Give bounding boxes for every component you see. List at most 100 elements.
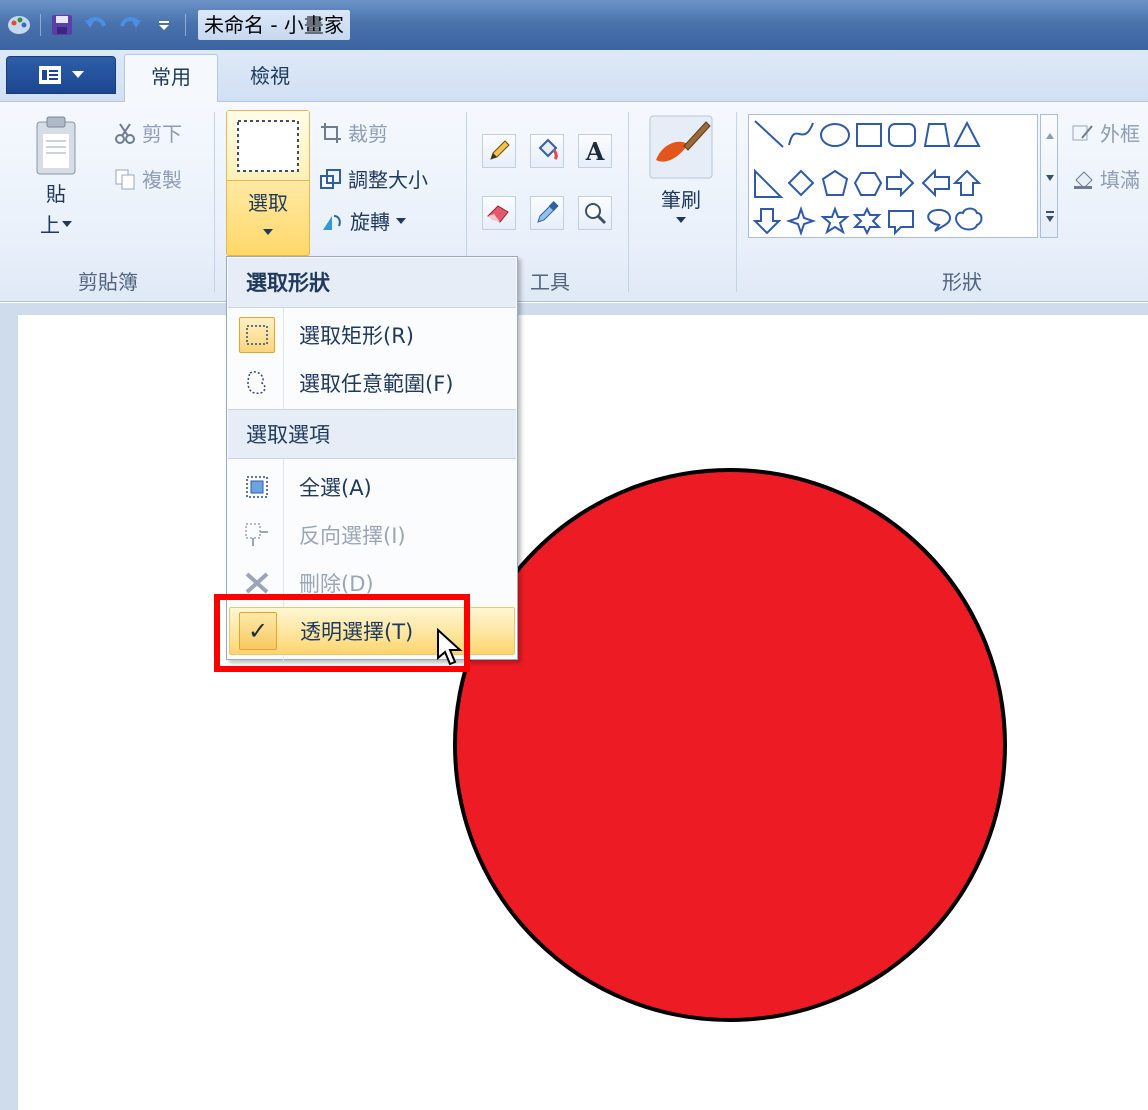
pencil-tool[interactable] (482, 134, 516, 168)
separator (40, 14, 41, 36)
select-preview (227, 111, 309, 181)
eraser-icon (487, 205, 509, 223)
red-circle (453, 468, 1007, 1022)
clipboard-icon (36, 116, 76, 175)
select-button[interactable]: 選取 (226, 110, 310, 256)
mouse-pointer-icon (437, 628, 463, 666)
color-picker-tool[interactable] (530, 196, 564, 230)
title-bar: 未命名 - 小畫家 (0, 0, 1148, 50)
separator (185, 14, 186, 36)
menu-header-shapes: 選取形狀 (228, 258, 516, 308)
rotate-label: 旋轉 (350, 210, 390, 234)
shapes-gallery[interactable] (748, 114, 1038, 238)
paint-menu-button[interactable] (6, 56, 116, 94)
window-title: 未命名 - 小畫家 (198, 10, 350, 40)
canvas-drawing (453, 468, 1007, 1022)
four-point-star-shape-icon (785, 205, 817, 237)
select-all-icon (229, 463, 285, 511)
brushes-button[interactable]: 筆刷 (648, 114, 714, 223)
polygon-shape-icon (923, 123, 951, 147)
eraser-tool[interactable] (482, 196, 516, 230)
chevron-down-icon (72, 71, 84, 78)
canvas-workspace (0, 303, 1148, 1110)
quick-access-toolbar: 未命名 - 小畫家 (6, 10, 350, 40)
group-separator (214, 112, 215, 292)
shapes-gallery-scroll[interactable] (1040, 114, 1058, 238)
outline-icon (1072, 124, 1093, 140)
chevron-down-icon (263, 229, 273, 235)
crop-icon (321, 122, 341, 143)
selection-rect-icon (237, 120, 299, 172)
save-icon[interactable] (49, 12, 75, 38)
magnifier-icon (585, 203, 607, 225)
expand-bar-icon (1046, 211, 1054, 213)
resize-label: 調整大小 (348, 168, 428, 192)
magnifier-tool[interactable] (578, 196, 612, 230)
menu-header-options: 選取選項 (228, 409, 516, 459)
text-a-icon: A (585, 136, 605, 166)
invert-selection-icon (229, 511, 285, 559)
gallery-scroll-arrows (1046, 133, 1054, 222)
menu-item-select-free[interactable]: 選取任意範圍(F) (229, 359, 515, 407)
fill-label: 填滿 (1100, 168, 1140, 192)
menu-item-invert[interactable]: 反向選擇(I) (229, 511, 515, 559)
cut-button[interactable]: 剪下 (114, 118, 182, 147)
scroll-down-icon (1046, 175, 1054, 181)
right-arrow-shape-icon (886, 168, 915, 198)
scroll-up-icon (1046, 133, 1054, 139)
fill-button[interactable]: 填滿 (1072, 164, 1140, 193)
tools-group-label: 工具 (530, 270, 570, 294)
text-tool[interactable]: A (578, 134, 612, 168)
shapes-group-label: 形狀 (942, 270, 982, 294)
tab-home[interactable]: 常用 (124, 54, 218, 103)
pentagon-shape-icon (821, 169, 849, 196)
rotate-button[interactable]: 旋轉 (320, 206, 406, 235)
five-point-star-shape-icon (820, 206, 850, 235)
menu-item-select-all[interactable]: 全選(A) (229, 463, 515, 511)
fill-tool[interactable] (530, 134, 564, 168)
paint-bucket-icon (538, 138, 558, 161)
resize-button[interactable]: 調整大小 (320, 164, 428, 193)
ribbon: 貼 上 剪下 複製 剪貼簿 選取 裁剪 調整大小 旋轉 A 工具 筆刷 外框 填… (0, 102, 1148, 302)
drawing-canvas[interactable] (18, 315, 1148, 1110)
left-arrow-shape-icon (921, 168, 950, 198)
line-shape-icon (754, 120, 784, 148)
shapes-grid (752, 120, 983, 237)
undo-icon[interactable] (83, 12, 109, 38)
customize-qat-icon[interactable] (151, 12, 177, 38)
oval-shape-icon (820, 123, 850, 147)
eyedropper-icon (537, 201, 559, 223)
rect-select-icon (239, 317, 275, 353)
copy-label: 複製 (142, 168, 182, 192)
tab-view[interactable]: 檢視 (224, 54, 316, 102)
paste-button[interactable]: 貼 上 (34, 116, 78, 238)
chevron-down-icon (396, 217, 406, 224)
redo-icon[interactable] (117, 12, 143, 38)
pencil-icon (490, 140, 510, 160)
menu-item-label: 反向選擇(I) (299, 524, 406, 548)
chevron-down-icon (62, 220, 72, 227)
outline-button[interactable]: 外框 (1072, 118, 1140, 147)
six-point-star-shape-icon (852, 206, 882, 236)
right-triangle-shape-icon (754, 168, 784, 198)
rotate-icon (323, 214, 341, 230)
crop-label: 裁剪 (348, 122, 388, 146)
expand-gallery-icon (1046, 216, 1054, 222)
menu-item-select-rect[interactable]: 選取矩形(R) (229, 311, 515, 359)
oval-callout-shape-icon (927, 208, 952, 232)
triangle-shape-icon (953, 120, 981, 147)
rect-select-icon-wrap (229, 311, 285, 359)
copy-button[interactable]: 複製 (114, 164, 182, 193)
crop-button[interactable]: 裁剪 (320, 118, 388, 147)
fill-bucket-icon (1074, 170, 1093, 189)
rounded-callout-shape-icon (888, 210, 914, 236)
up-arrow-shape-icon (952, 169, 982, 196)
paste-label: 貼 (46, 182, 66, 206)
down-arrow-shape-icon (752, 208, 782, 235)
paint-menu-icon (39, 66, 61, 84)
paint-app-icon[interactable] (6, 12, 32, 38)
chevron-down-icon (676, 217, 686, 223)
curve-shape-icon (788, 122, 814, 146)
menu-item-label: 選取矩形(R) (299, 324, 414, 348)
group-separator (628, 112, 629, 292)
